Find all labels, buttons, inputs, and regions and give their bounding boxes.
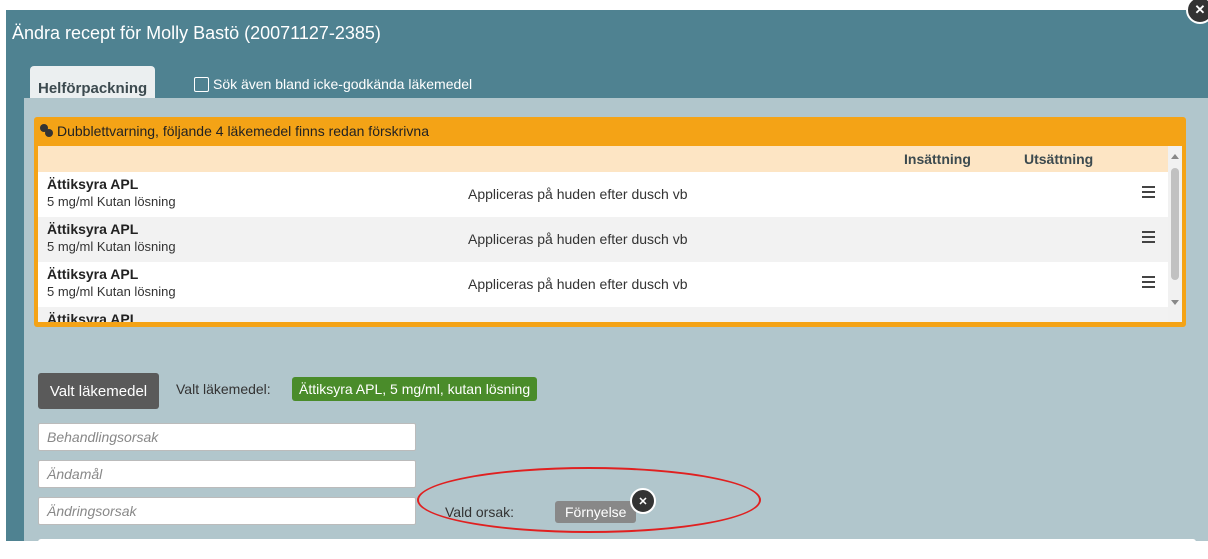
drug-strength: 5 mg/ml Kutan lösning [47,284,176,299]
scrollbar[interactable] [1168,146,1182,322]
menu-icon[interactable] [1142,186,1156,198]
menu-icon[interactable] [1142,276,1156,288]
main-panel: Dubblettvarning, följande 4 läkemedel fi… [24,98,1208,559]
scroll-thumb[interactable] [1171,168,1179,280]
drug-strength: 5 mg/ml Kutan lösning [47,194,176,209]
dialog: Ändra recept för Molly Bastö (20071127-2… [6,0,1208,559]
andamal-placeholder: Ändamål [47,466,103,482]
selected-drug-tag: Ättiksyra APL, 5 mg/ml, kutan lösning [292,377,538,401]
highlight-annotation [417,467,761,533]
drug-name: Ättiksyra APL [47,221,139,237]
table-row[interactable]: Ättiksyra APL 5 mg/ml Kutan lösning Appl… [38,217,1168,262]
scroll-down-icon[interactable] [1171,300,1179,305]
scroll-up-icon[interactable] [1171,154,1179,159]
menu-icon[interactable] [1142,231,1156,243]
behandlingsorsak-input[interactable]: Behandlingsorsak [38,423,416,451]
table-row[interactable]: Ättiksyra APL 5 mg/ml Kutan lösning Appl… [38,172,1168,217]
behandlingsorsak-placeholder: Behandlingsorsak [47,429,159,445]
checkbox-icon[interactable] [194,76,209,92]
andringsorsak-input[interactable]: Ändringsorsak [38,497,416,525]
tag-drug-name: Ättiksyra APL [299,381,383,397]
selected-drug-label: Valt läkemedel: [176,381,271,397]
drug-strength: 5 mg/ml Kutan lösning [47,239,176,254]
content-box [38,539,1196,559]
drug-name: Ättiksyra APL [47,311,139,322]
dialog-title: Ändra recept för Molly Bastö (20071127-2… [12,23,381,43]
duplicate-list: Insättning Utsättning Ättiksyra APL 5 mg… [38,146,1182,322]
col-utsattning: Utsättning [1024,151,1094,167]
table-header: Insättning Utsättning [38,146,1168,172]
andringsorsak-placeholder: Ändringsorsak [47,503,137,519]
non-approved-checkbox[interactable]: Sök även bland icke-godkända läkemedel [194,76,472,92]
dosage-text: Appliceras på huden efter dusch vb [468,276,688,292]
dosage-text: Appliceras på huden efter dusch vb [468,231,688,247]
drug-name: Ättiksyra APL [47,176,139,192]
warning-header: Dubblettvarning, följande 4 läkemedel fi… [40,123,429,139]
dosage-text: Appliceras på huden efter dusch vb [468,186,688,202]
duplicate-warning: Dubblettvarning, följande 4 läkemedel fi… [34,117,1186,327]
table-row[interactable]: Ättiksyra APL 5 mg/ml Kutan lösning Appl… [38,262,1168,307]
warning-title: Dubblettvarning, följande 4 läkemedel fi… [57,123,429,139]
table-row[interactable]: Ättiksyra APL [38,307,1168,322]
andamal-input[interactable]: Ändamål [38,460,416,488]
col-insattning: Insättning [904,151,971,167]
selected-drug-button[interactable]: Valt läkemedel [38,373,159,409]
drug-name: Ättiksyra APL [47,266,139,282]
tag-drug-details: , 5 mg/ml, kutan lösning [382,381,531,397]
pills-icon [40,124,54,138]
checkbox-label: Sök även bland icke-godkända läkemedel [213,76,473,92]
close-icon[interactable]: ✕ [1186,0,1208,24]
